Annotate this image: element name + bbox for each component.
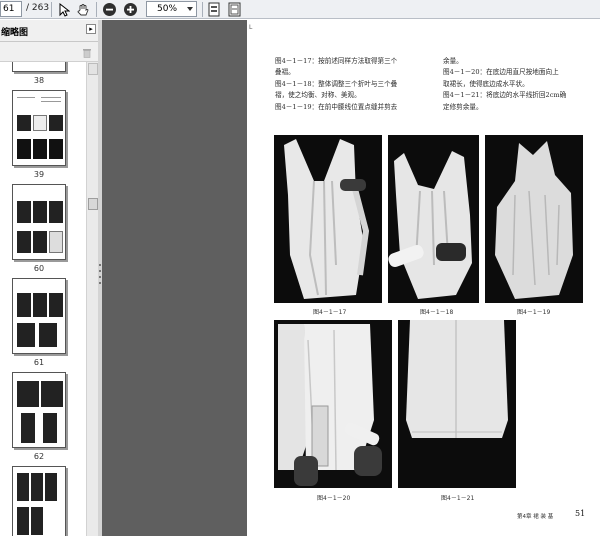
page-thumbnail[interactable] xyxy=(12,62,66,72)
text-line: 褶，使之均衡、对称、美观。 xyxy=(275,91,361,100)
cursor-arrow-icon xyxy=(59,2,70,17)
grip-dot xyxy=(99,276,101,278)
text-line: 图4－1－17：按前述同样方法取得第三个 xyxy=(275,57,398,65)
page-thumbnail[interactable] xyxy=(12,466,66,536)
text-line: 定修剪余量。 xyxy=(443,102,483,111)
running-footer: 第4章 裙 装 基 xyxy=(517,514,554,520)
thumbnail-label: 38 xyxy=(33,76,45,85)
main-toolbar: / 263 50% xyxy=(0,0,600,19)
right-text-column: 余量。 图4－1－20：在底边用直尺按地面向上 取裙长，使得底边成水平状。 图4… xyxy=(443,56,566,113)
thumbnail-list: 38 39 60 61 62 xyxy=(0,62,86,536)
scroll-up-button[interactable] xyxy=(88,63,98,75)
page-number-input[interactable] xyxy=(0,1,22,17)
figure-caption: 图4－1－20 xyxy=(317,495,351,502)
toolbar-separator xyxy=(202,2,203,17)
fit-width-button[interactable] xyxy=(226,1,243,18)
photo-fig-4-1-21 xyxy=(398,320,516,488)
photo-fig-4-1-19 xyxy=(485,135,583,303)
page-thumbnail[interactable] xyxy=(12,90,66,166)
plus-circle-icon xyxy=(124,3,137,16)
thumbnail-label: 62 xyxy=(33,452,45,461)
thumbnail-label: 61 xyxy=(33,358,45,367)
thumbnails-pane: 缩略图 ▸ 38 39 60 61 62 xyxy=(0,20,98,536)
fit-width-icon xyxy=(228,2,240,17)
hand-tool-button[interactable] xyxy=(74,1,91,18)
toolbar-separator xyxy=(51,2,52,17)
page-thumbnail[interactable] xyxy=(12,184,66,260)
page-number: 51 xyxy=(575,509,586,518)
text-line: 图4－1－21：将底边的水平线折回2cm确 xyxy=(443,91,567,100)
crop-mark: L xyxy=(249,24,253,31)
photo-fig-4-1-17 xyxy=(274,135,382,303)
thumbnails-title: 缩略图 xyxy=(1,28,29,38)
text-line: 图4－1－19：在前中腰线位置点缝并剪去 xyxy=(275,102,398,111)
figure-caption: 图4－1－18 xyxy=(420,309,454,316)
figure-caption: 图4－1－19 xyxy=(517,309,551,316)
text-line: 图4－1－18：整体调整三个折叶与三个叠 xyxy=(275,79,398,88)
text-line: 取裙长，使得底边成水平状。 xyxy=(443,79,529,88)
zoom-level-value: 50% xyxy=(157,4,178,14)
fit-page-icon xyxy=(208,2,220,17)
select-tool-button[interactable] xyxy=(55,1,72,18)
page-thumbnail-current[interactable] xyxy=(12,278,66,354)
zoom-out-button[interactable] xyxy=(101,1,118,18)
figure-caption: 图4－1－17 xyxy=(313,309,347,316)
trash-icon[interactable] xyxy=(82,47,92,58)
page-thumbnail[interactable] xyxy=(12,372,66,448)
page-total-label: / 263 xyxy=(26,3,50,13)
thumbnails-scrollbar[interactable] xyxy=(86,62,98,536)
minus-circle-icon xyxy=(103,3,116,16)
grip-dot xyxy=(99,282,101,284)
grip-dot xyxy=(99,264,101,266)
grip-dot xyxy=(99,270,101,272)
text-line: 叠褶。 xyxy=(275,68,295,77)
text-line: 余量。 xyxy=(443,57,463,65)
left-text-column: 图4－1－17：按前述同样方法取得第三个 叠褶。 图4－1－18：整体调整三个折… xyxy=(275,56,397,113)
text-line: 图4－1－20：在底边用直尺按地面向上 xyxy=(443,68,559,77)
photo-fig-4-1-18 xyxy=(388,135,479,303)
thumbnails-toolbar xyxy=(0,42,98,62)
zoom-in-button[interactable] xyxy=(122,1,139,18)
chevron-down-icon xyxy=(187,7,193,11)
toolbar-separator xyxy=(96,2,97,17)
options-menu-icon[interactable]: ▸ xyxy=(86,24,96,34)
document-viewport[interactable]: L 图4－1－17：按前述同样方法取得第三个 叠褶。 图4－1－18：整体调整三… xyxy=(102,20,600,536)
fit-page-button[interactable] xyxy=(206,1,223,18)
hand-icon xyxy=(77,3,89,15)
figure-caption: 图4－1－21 xyxy=(441,495,475,502)
zoom-level-select[interactable]: 50% xyxy=(146,1,197,17)
thumbnail-label: 60 xyxy=(33,264,45,273)
document-page: L 图4－1－17：按前述同样方法取得第三个 叠褶。 图4－1－18：整体调整三… xyxy=(247,20,600,536)
thumbnail-label: 39 xyxy=(33,170,45,179)
scrollbar-thumb[interactable] xyxy=(88,198,98,210)
photo-fig-4-1-20 xyxy=(274,320,392,488)
thumbnails-header: 缩略图 ▸ xyxy=(0,20,98,42)
